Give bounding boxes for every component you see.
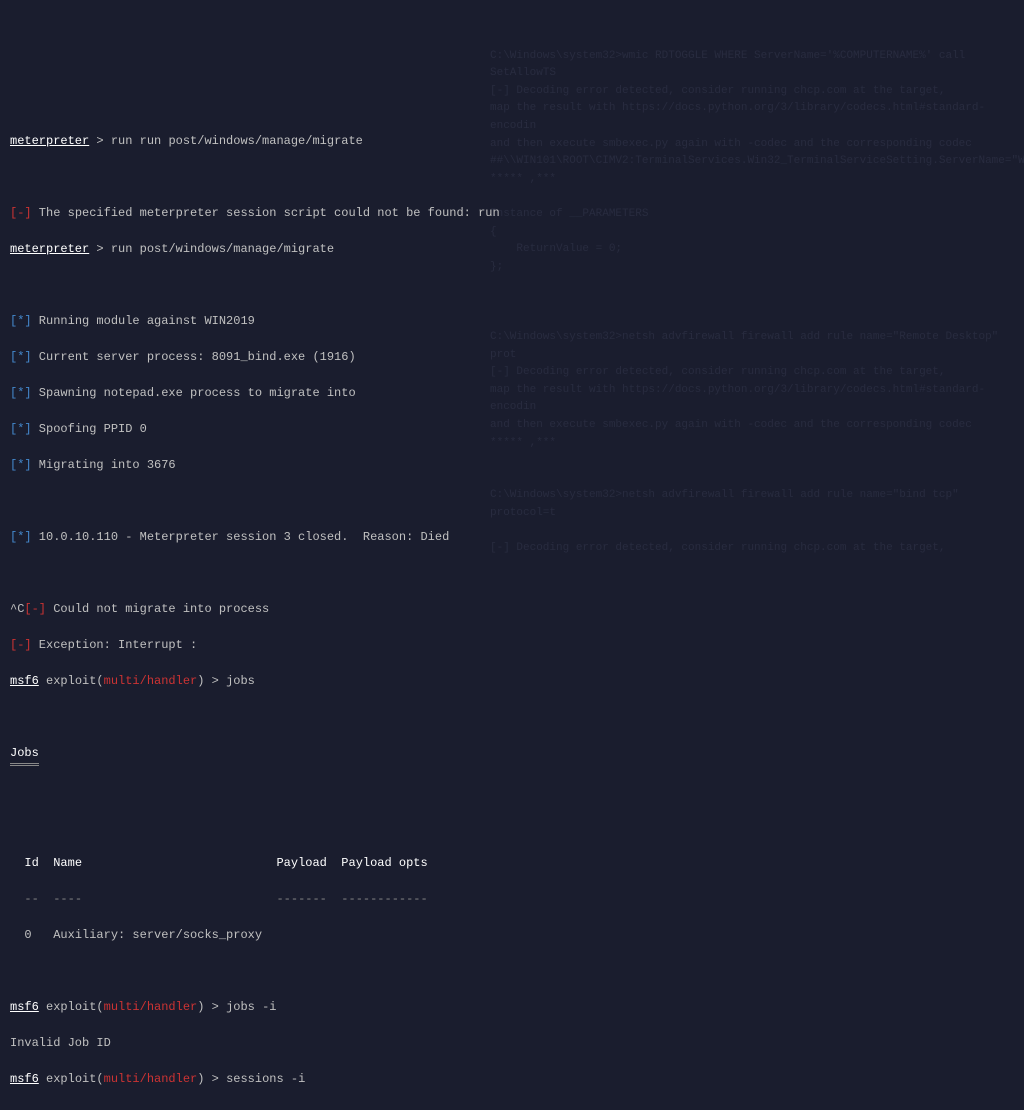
exploit-context: exploit( (46, 1072, 104, 1086)
info-text: 10.0.10.110 - Meterpreter session 3 clos… (32, 530, 450, 544)
meterpreter-prompt: meterpreter (10, 134, 89, 148)
info-text: Current server process: 8091_bind.exe (1… (32, 350, 356, 364)
info-text: Spoofing PPID 0 (32, 422, 147, 436)
info-text: Spawning notepad.exe process to migrate … (32, 386, 356, 400)
error-text: The specified meterpreter session script… (32, 206, 500, 220)
command-text: jobs (226, 674, 255, 688)
command-text: sessions -i (226, 1072, 305, 1086)
terminal-output[interactable]: meterpreter > run run post/windows/manag… (10, 114, 1014, 1110)
prompt-gt: > (204, 674, 226, 688)
error-tag: [-] (10, 206, 32, 220)
prompt-gt: > (204, 1000, 226, 1014)
info-tag: [*] (10, 314, 32, 328)
handler-name: multi/handler (104, 1072, 198, 1086)
close-paren: ) (197, 674, 204, 688)
info-tag: [*] (10, 530, 32, 544)
info-text: Running module against WIN2019 (32, 314, 255, 328)
info-tag: [*] (10, 350, 32, 364)
jobs-underline-row: -- ---- ------- ------------ (10, 890, 1014, 908)
command-text: jobs -i (226, 1000, 276, 1014)
prompt-gt: > (204, 1072, 226, 1086)
msf6-prompt: msf6 (10, 1000, 39, 1014)
exploit-context: exploit( (46, 1000, 104, 1014)
prompt-gt: > (89, 242, 111, 256)
msf6-prompt: msf6 (10, 674, 39, 688)
info-tag: [*] (10, 386, 32, 400)
error-text: Exception: Interrupt : (32, 638, 198, 652)
info-tag: [*] (10, 458, 32, 472)
meterpreter-prompt: meterpreter (10, 242, 89, 256)
error-text: Could not migrate into process (46, 602, 269, 616)
error-tag: [-] (10, 638, 32, 652)
command-text: run run post/windows/manage/migrate (111, 134, 363, 148)
jobs-title: Jobs (10, 744, 39, 764)
command-text: run post/windows/manage/migrate (111, 242, 334, 256)
jobs-header-row: Id Name Payload Payload opts (10, 854, 1014, 872)
exploit-context: exploit( (46, 674, 104, 688)
error-text: Invalid Job ID (10, 1034, 1014, 1052)
ctrl-c: ^C (10, 602, 24, 616)
close-paren: ) (197, 1072, 204, 1086)
error-tag: [-] (24, 602, 46, 616)
msf6-prompt: msf6 (10, 1072, 39, 1086)
table-row: 0 Auxiliary: server/socks_proxy (10, 926, 1014, 944)
close-paren: ) (197, 1000, 204, 1014)
prompt-gt: > (89, 134, 111, 148)
handler-name: multi/handler (104, 1000, 198, 1014)
handler-name: multi/handler (104, 674, 198, 688)
info-tag: [*] (10, 422, 32, 436)
info-text: Migrating into 3676 (32, 458, 176, 472)
